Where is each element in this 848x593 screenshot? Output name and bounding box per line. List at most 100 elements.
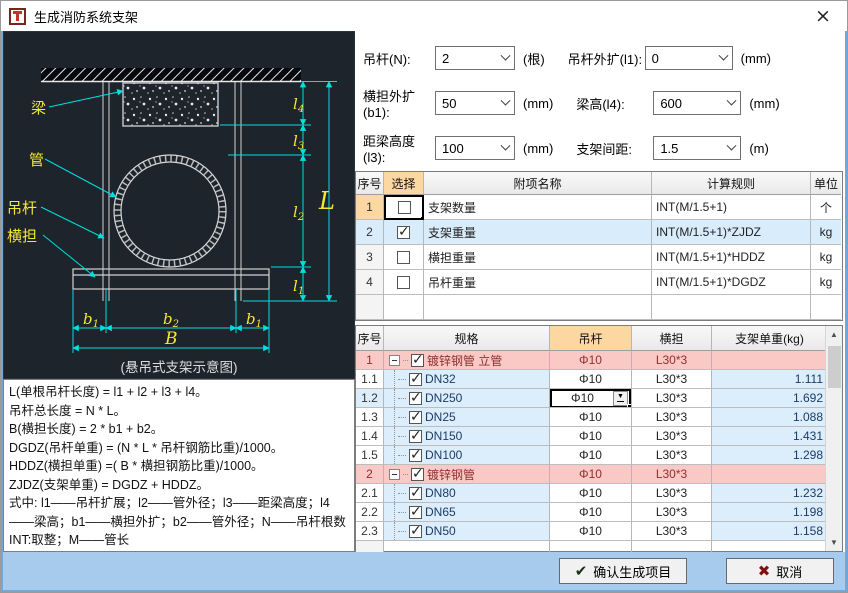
unit-cell[interactable]: kg <box>811 245 841 270</box>
row-seq[interactable]: 1.5 <box>356 446 384 465</box>
row-seq[interactable]: 1 <box>356 195 384 220</box>
arm-cell[interactable]: L30*3 <box>632 446 712 465</box>
spec-cell[interactable]: 镀锌钢管 <box>384 465 550 484</box>
hanger-count-select[interactable]: 2 <box>435 46 515 70</box>
spec-cell[interactable]: DN100 <box>384 446 550 465</box>
scroll-down-icon[interactable]: ▼ <box>826 534 843 551</box>
hanger-cell[interactable]: Φ10 <box>550 446 632 465</box>
arm-cell[interactable]: L30*3 <box>632 370 712 389</box>
arm-cell[interactable]: L30*3 <box>632 465 712 484</box>
checkbox[interactable] <box>409 506 422 519</box>
row-seq[interactable]: 1.3 <box>356 408 384 427</box>
weight-cell[interactable]: 1.298 <box>712 446 827 465</box>
hanger-cell[interactable]: Φ10 <box>550 503 632 522</box>
weight-cell[interactable] <box>712 465 827 484</box>
row-seq[interactable]: 1.2 <box>356 389 384 408</box>
row-seq[interactable]: 2 <box>356 220 384 245</box>
checkbox[interactable] <box>409 430 422 443</box>
hanger-cell[interactable]: Φ10 <box>550 465 632 484</box>
select-cell[interactable] <box>384 220 424 245</box>
checkbox[interactable] <box>398 201 411 214</box>
item-name-cell[interactable]: 支架重量 <box>424 220 652 245</box>
scrollbar-thumb[interactable] <box>828 346 841 388</box>
spec-cell[interactable]: DN150 <box>384 427 550 446</box>
scroll-up-icon[interactable]: ▲ <box>826 326 843 343</box>
checkbox[interactable] <box>409 487 422 500</box>
weight-cell[interactable]: 1.232 <box>712 484 827 503</box>
checkbox[interactable] <box>411 468 424 481</box>
rule-cell[interactable]: INT(M/1.5+1) <box>652 195 811 220</box>
checkbox[interactable] <box>409 373 422 386</box>
hanger-cell[interactable]: Φ10 <box>550 408 632 427</box>
collapse-icon[interactable] <box>389 469 400 480</box>
unit-cell[interactable]: 个 <box>811 195 841 220</box>
weight-cell[interactable]: 1.111 <box>712 370 827 389</box>
spec-cell[interactable]: 镀锌钢管 立管 <box>384 351 550 370</box>
weight-cell[interactable] <box>712 351 827 370</box>
row-seq[interactable]: 2.1 <box>356 484 384 503</box>
weight-cell[interactable]: 1.158 <box>712 522 827 541</box>
row-seq[interactable]: 1.4 <box>356 427 384 446</box>
checkbox[interactable] <box>409 449 422 462</box>
spec-cell[interactable]: DN32 <box>384 370 550 389</box>
rule-cell[interactable]: INT(M/1.5+1)*DGDZ <box>652 270 811 295</box>
checkbox[interactable] <box>409 392 422 405</box>
spec-cell[interactable]: DN25 <box>384 408 550 427</box>
checkbox[interactable] <box>397 251 410 264</box>
close-icon[interactable]: × <box>805 1 841 30</box>
arm-extend-select[interactable]: 50 <box>435 91 515 115</box>
row-seq[interactable]: 4 <box>356 270 384 295</box>
beam-clearance-select[interactable]: 100 <box>435 136 515 160</box>
beam-height-select[interactable]: 600 <box>653 91 741 115</box>
row-seq[interactable]: 1.1 <box>356 370 384 389</box>
rod-extend-select[interactable]: 0 <box>645 46 733 70</box>
vertical-scrollbar[interactable]: ▲ ▼ <box>825 326 842 551</box>
arm-cell[interactable]: L30*3 <box>632 389 712 408</box>
arm-cell[interactable]: L30*3 <box>632 503 712 522</box>
weight-cell[interactable]: 1.431 <box>712 427 827 446</box>
arm-cell[interactable]: L30*3 <box>632 427 712 446</box>
hanger-cell[interactable]: Φ10 ▼ <box>550 389 632 408</box>
spec-cell[interactable]: DN80 <box>384 484 550 503</box>
hanger-cell[interactable]: Φ10 <box>550 351 632 370</box>
item-name-cell[interactable]: 横担重量 <box>424 245 652 270</box>
rule-cell[interactable]: INT(M/1.5+1)*HDDZ <box>652 245 811 270</box>
dropdown-button[interactable]: ▼ <box>613 391 628 406</box>
confirm-generate-button[interactable]: ✔ 确认生成项目 <box>559 558 687 584</box>
collapse-icon[interactable] <box>389 355 400 366</box>
arm-cell[interactable]: L30*3 <box>632 522 712 541</box>
select-cell[interactable] <box>384 195 424 220</box>
weight-cell[interactable]: 1.088 <box>712 408 827 427</box>
spec-cell[interactable]: DN250 <box>384 389 550 408</box>
row-seq[interactable]: 2.3 <box>356 522 384 541</box>
row-seq[interactable]: 1 <box>356 351 384 370</box>
item-name-cell[interactable]: 支架数量 <box>424 195 652 220</box>
unit-cell[interactable]: kg <box>811 270 841 295</box>
unit-cell[interactable]: kg <box>811 220 841 245</box>
rule-cell[interactable]: INT(M/1.5+1)*ZJDZ <box>652 220 811 245</box>
weight-cell[interactable]: 1.692 <box>712 389 827 408</box>
row-seq[interactable]: 3 <box>356 245 384 270</box>
select-cell[interactable] <box>384 270 424 295</box>
arm-cell[interactable]: L30*3 <box>632 351 712 370</box>
hanger-cell[interactable]: Φ10 <box>550 484 632 503</box>
hanger-cell[interactable]: Φ10 <box>550 370 632 389</box>
spec-cell[interactable]: DN65 <box>384 503 550 522</box>
arm-cell[interactable]: L30*3 <box>632 484 712 503</box>
checkbox[interactable] <box>409 411 422 424</box>
select-cell[interactable] <box>384 245 424 270</box>
row-seq[interactable]: 2.2 <box>356 503 384 522</box>
hanger-cell[interactable]: Φ10 <box>550 522 632 541</box>
bracket-spacing-select[interactable]: 1.5 <box>653 136 741 160</box>
spec-cell[interactable]: DN50 <box>384 522 550 541</box>
fill-handle[interactable] <box>420 216 424 220</box>
weight-cell[interactable]: 1.198 <box>712 503 827 522</box>
row-seq[interactable]: 2 <box>356 465 384 484</box>
checkbox[interactable] <box>411 354 424 367</box>
hanger-cell[interactable]: Φ10 <box>550 427 632 446</box>
checkbox[interactable] <box>397 276 410 289</box>
checkbox[interactable] <box>409 525 422 538</box>
checkbox[interactable] <box>397 226 410 239</box>
cancel-button[interactable]: ✖ 取消 <box>726 558 834 584</box>
item-name-cell[interactable]: 吊杆重量 <box>424 270 652 295</box>
